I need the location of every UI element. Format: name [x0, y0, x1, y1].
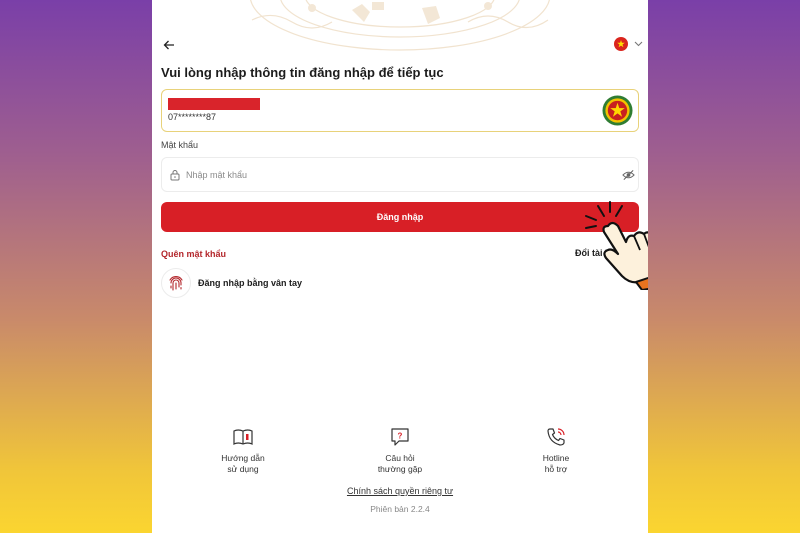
language-selector[interactable]	[614, 36, 643, 52]
fingerprint-icon	[169, 276, 183, 291]
chevron-down-icon	[634, 41, 643, 47]
user-guide-button[interactable]: Hướng dẫn sử dụng	[198, 426, 288, 475]
hotline-button[interactable]: Hotline hỗ trợ	[511, 426, 601, 475]
fingerprint-icon-wrap	[161, 268, 191, 298]
faq-button[interactable]: ? Câu hỏi thường gặp	[355, 426, 445, 475]
app-screen: Vui lòng nhập thông tin đăng nhập để tiế…	[152, 0, 648, 533]
forgot-password-link[interactable]: Quên mật khẩu	[161, 249, 226, 259]
password-label: Mật khẩu	[161, 140, 199, 150]
switch-account-label: Đổi tài khoản	[575, 248, 632, 258]
app-version: Phiên bản 2.2.4	[370, 504, 430, 514]
switch-account-button[interactable]: Đổi tài khoản	[575, 248, 646, 258]
back-button[interactable]	[160, 36, 178, 54]
hotline-label: Hotline hỗ trợ	[542, 453, 570, 474]
redacted-name	[168, 98, 260, 110]
question-chat-icon: ?	[391, 428, 409, 446]
arrow-left-icon	[163, 40, 174, 50]
account-number: 07********87	[168, 112, 217, 122]
refresh-icon	[636, 248, 645, 258]
phone-ringing-icon	[547, 428, 565, 446]
book-icon	[233, 429, 253, 445]
password-field	[161, 157, 639, 192]
vn-flag-icon	[614, 37, 628, 51]
svg-text:?: ?	[398, 432, 403, 441]
privacy-policy-link[interactable]: Chính sách quyền riêng tư	[152, 486, 648, 496]
lock-icon	[170, 170, 180, 181]
password-input[interactable]	[186, 167, 586, 183]
faq-label: Câu hỏi thường gặp	[377, 453, 423, 474]
account-field[interactable]: 07********87	[161, 89, 639, 132]
fingerprint-login-label: Đăng nhập bằng vân tay	[198, 278, 303, 288]
header-drum-pattern	[250, 0, 550, 51]
fingerprint-login-button[interactable]: Đăng nhập bằng vân tay	[161, 268, 302, 298]
login-button[interactable]: Đăng nhập	[161, 202, 639, 232]
emblem-logo-icon	[602, 95, 633, 126]
user-guide-label: Hướng dẫn sử dụng	[221, 453, 265, 474]
eye-slash-icon[interactable]	[622, 169, 635, 181]
page-title: Vui lòng nhập thông tin đăng nhập để tiế…	[161, 65, 444, 80]
